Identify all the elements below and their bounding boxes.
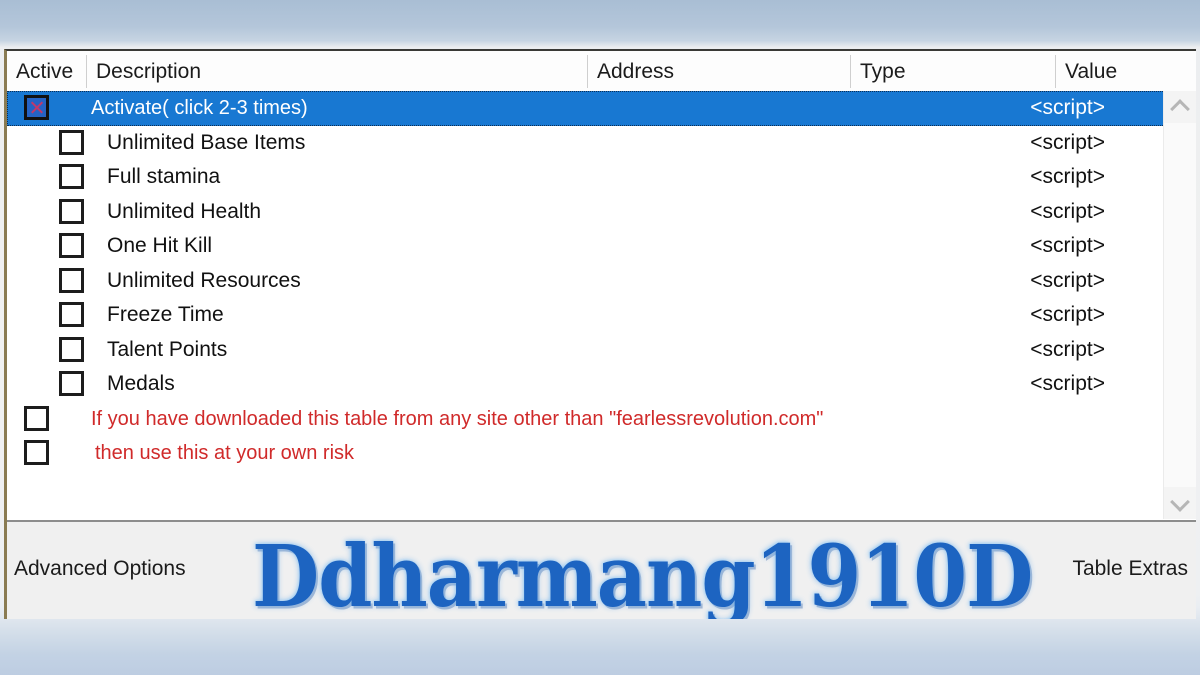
- table-row[interactable]: Freeze Time <script>: [7, 298, 1183, 333]
- row-description: Medals: [107, 372, 175, 395]
- chevron-up-icon: [1170, 99, 1190, 119]
- check-x-icon: [27, 98, 46, 117]
- row-value: <script>: [1030, 268, 1105, 292]
- cheat-entry-list: Activate( click 2-3 times) <script> Unlimi…: [7, 91, 1183, 519]
- table-row[interactable]: Unlimited Health <script>: [7, 195, 1183, 230]
- row-description: Freeze Time: [107, 303, 224, 326]
- row-description: then use this at your own risk: [95, 442, 355, 464]
- table-row[interactable]: then use this at your own risk: [7, 436, 1183, 471]
- row-value: <script>: [1030, 337, 1105, 361]
- column-header-value[interactable]: Value: [1056, 51, 1196, 91]
- author-watermark: Ddharmang1910D: [252, 526, 1033, 619]
- row-value: <script>: [1030, 96, 1105, 119]
- checkbox-unchecked[interactable]: [59, 129, 84, 155]
- checkbox-unchecked[interactable]: [59, 164, 84, 189]
- row-value: <script>: [1030, 130, 1105, 154]
- table-row[interactable]: Medals <script>: [7, 367, 1183, 402]
- scroll-down-button[interactable]: [1164, 487, 1196, 519]
- table-row[interactable]: Talent Points <script>: [7, 333, 1183, 368]
- row-description: If you have downloaded this table from a…: [91, 407, 824, 430]
- row-description: Unlimited Resources: [107, 268, 301, 292]
- row-description: Unlimited Health: [107, 199, 262, 223]
- table-row[interactable]: Unlimited Base Items <script>: [7, 126, 1183, 161]
- checkbox-unchecked[interactable]: [59, 336, 84, 362]
- checkbox-checked[interactable]: [24, 95, 49, 120]
- row-value: <script>: [1030, 303, 1105, 326]
- row-value: <script>: [1030, 372, 1105, 395]
- column-header-active[interactable]: Active: [7, 51, 86, 91]
- bottom-bar: Advanced Options Ddharmang1910D Table Ex…: [7, 522, 1196, 619]
- checkbox-unchecked[interactable]: [59, 302, 84, 327]
- list-scrollbar[interactable]: [1163, 91, 1196, 519]
- table-row[interactable]: Full stamina <script>: [7, 160, 1183, 195]
- chevron-down-icon: [1170, 492, 1190, 512]
- checkbox-unchecked[interactable]: [24, 405, 49, 431]
- table-header: Active Description Address Type Value: [7, 51, 1196, 92]
- checkbox-unchecked[interactable]: [24, 440, 49, 465]
- cheat-entry-list-region: Activate( click 2-3 times) <script> Unlimi…: [7, 91, 1196, 519]
- table-extras-button[interactable]: Table Extras: [1072, 557, 1188, 581]
- row-description: Full stamina: [107, 165, 221, 188]
- checkbox-unchecked[interactable]: [59, 267, 84, 293]
- scrollbar-track[interactable]: [1164, 123, 1196, 487]
- checkbox-unchecked[interactable]: [59, 198, 84, 224]
- checkbox-unchecked[interactable]: [59, 233, 84, 258]
- checkbox-unchecked[interactable]: [59, 371, 84, 396]
- table-row[interactable]: Activate( click 2-3 times) <script>: [7, 91, 1183, 126]
- row-description: Activate( click 2-3 times): [91, 97, 308, 119]
- advanced-options-button[interactable]: Advanced Options: [14, 557, 186, 581]
- column-header-description[interactable]: Description: [87, 51, 587, 91]
- column-header-address[interactable]: Address: [588, 51, 850, 91]
- row-value: <script>: [1030, 234, 1105, 257]
- row-value: <script>: [1030, 165, 1105, 188]
- table-row[interactable]: One Hit Kill <script>: [7, 229, 1183, 264]
- row-description: One Hit Kill: [107, 234, 213, 257]
- scroll-up-button[interactable]: [1164, 91, 1196, 123]
- column-header-type[interactable]: Type: [851, 51, 1055, 91]
- row-description: Talent Points: [107, 337, 228, 361]
- table-row[interactable]: Unlimited Resources <script>: [7, 264, 1183, 299]
- row-value: <script>: [1030, 199, 1105, 223]
- table-row[interactable]: If you have downloaded this table from a…: [7, 402, 1183, 437]
- row-description: Unlimited Base Items: [107, 130, 306, 154]
- cheat-table-window: Active Description Address Type Value Ac…: [4, 49, 1196, 619]
